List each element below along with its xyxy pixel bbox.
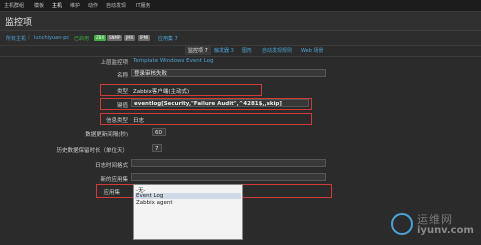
tab-web-scenarios[interactable]: Web 场景 (301, 47, 324, 54)
host-status-enabled[interactable]: 已启用 (74, 35, 89, 42)
breadcrumb-all-hosts[interactable]: 所有主机 (6, 35, 26, 42)
nav-item-host-groups[interactable]: 主机群组 (4, 2, 24, 9)
watermark: 运维网 iyunv.com (391, 211, 475, 241)
nav-item-discovery[interactable]: 自动发现 (106, 2, 126, 9)
name-input[interactable]: 登录审核失败 (131, 69, 326, 77)
info-type-highlight (100, 113, 312, 125)
badge-ipmi: IPMI (138, 35, 151, 41)
nav-item-hosts[interactable]: 主机 (52, 2, 62, 9)
log-time-format-input[interactable] (131, 159, 326, 167)
breadcrumb: 所有主机 / lunchiyuan-pc 已启用 ZBX SNMP JMX IP… (0, 31, 481, 46)
applications-option-event-log[interactable]: Event Log (135, 193, 241, 199)
tab-graphs[interactable]: 图形 (242, 47, 252, 54)
badge-snmp: SNMP (107, 35, 123, 41)
tab-items[interactable]: 监控项 7 (185, 46, 211, 55)
nav-item-actions[interactable]: 动作 (88, 2, 98, 9)
parent-item-label: 上层监控项 (100, 60, 128, 66)
log-time-format-label: 日志时间格式 (94, 163, 128, 169)
page-title: 监控项 (5, 18, 33, 28)
applications-listbox[interactable]: -无- Event Log Zabbix agent (133, 184, 243, 240)
type-label: 类型 (116, 89, 128, 95)
new-application-input[interactable] (131, 173, 326, 181)
applications-option-zabbix-agent[interactable]: Zabbix agent (136, 200, 173, 206)
tab-discovery-rules[interactable]: 自动发现规则 (262, 47, 292, 54)
info-type-value: 日志 (133, 118, 145, 124)
update-interval-label: 数据更新间隔(秒) (85, 132, 128, 138)
badge-jmx: JMX (124, 35, 136, 41)
key-input[interactable]: eventlog[Security,"Failure Audit",^4281$… (131, 99, 309, 107)
title-bar: 监控项 (0, 12, 481, 31)
update-interval-input[interactable]: 60 (152, 128, 166, 136)
tab-triggers[interactable]: 触发器 3 (214, 47, 234, 54)
nav-item-maintenance[interactable]: 维护 (70, 2, 80, 9)
history-input[interactable]: 7 (152, 144, 162, 152)
link-applications[interactable]: 应用集 7 (158, 35, 178, 42)
new-application-label: 新的应用集 (100, 177, 128, 183)
nav-item-templates[interactable]: 模板 (34, 2, 44, 9)
type-value: Zabbix客户端(主动式) (133, 89, 190, 95)
badge-zbx: ZBX (94, 35, 107, 41)
name-label: 名称 (116, 73, 128, 79)
key-label: 键值 (116, 103, 128, 109)
watermark-text-en: iyunv.com (417, 225, 474, 236)
info-type-label: 信息类型 (105, 118, 128, 124)
watermark-logo-icon (391, 213, 413, 235)
breadcrumb-separator: / (28, 35, 30, 41)
applications-label: 应用集 (103, 190, 120, 196)
top-nav: 主机群组 模板 主机 维护 动作 自动发现 IT服务 (0, 0, 481, 12)
breadcrumb-host[interactable]: lunchiyuan-pc (34, 35, 69, 41)
nav-item-it-services[interactable]: IT服务 (136, 2, 151, 9)
host-tabs: 监控项 7 触发器 3 图形 自动发现规则 Web 场景 (0, 46, 481, 57)
history-label: 历史数据保留时长（单位天） (56, 148, 128, 154)
parent-item-link[interactable]: Template Windows Event Log (133, 58, 213, 64)
